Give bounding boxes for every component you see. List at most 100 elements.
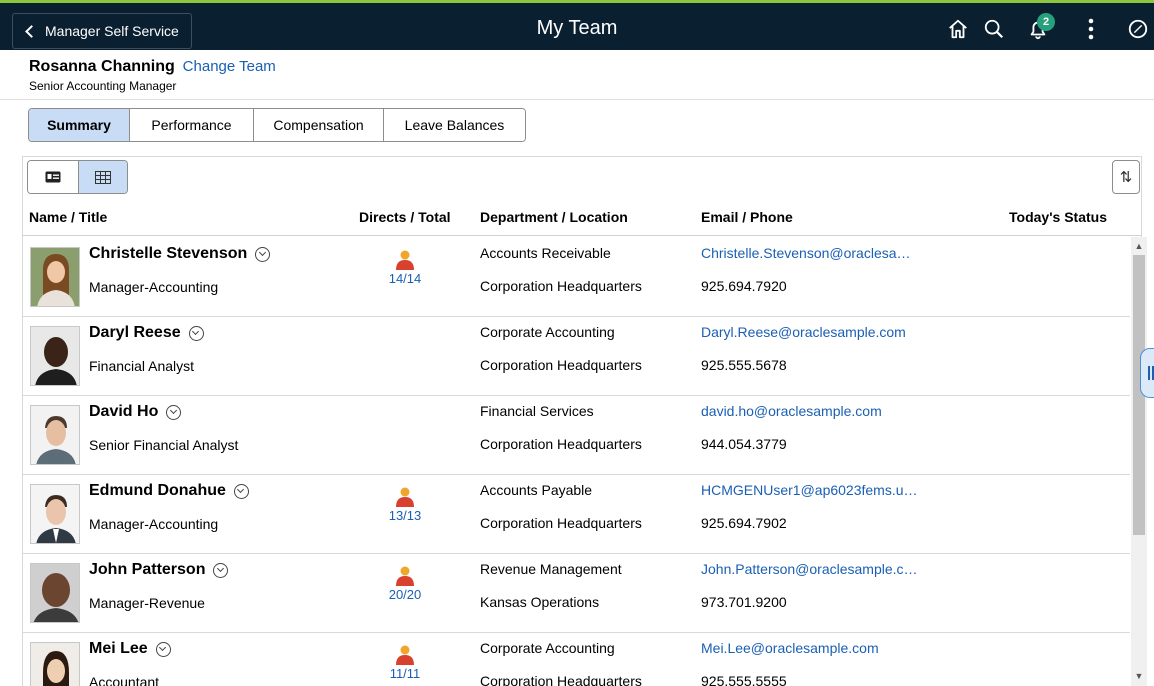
directs-count[interactable]: 11/11: [375, 666, 435, 681]
actions-chevron-icon[interactable]: [255, 246, 271, 262]
side-panel-handle[interactable]: [1140, 348, 1154, 398]
tab-compensation[interactable]: Compensation: [254, 109, 384, 141]
location: Kansas Operations: [480, 594, 600, 610]
employee-name-label: Daryl Reese: [89, 324, 181, 341]
notification-badge: 2: [1037, 13, 1055, 31]
header-divider: [22, 235, 1142, 236]
location: Corporation Headquarters: [480, 278, 642, 294]
actions-chevron-icon[interactable]: [233, 483, 249, 499]
actions-chevron-icon[interactable]: [166, 404, 182, 420]
actions-chevron-icon[interactable]: [155, 641, 171, 657]
employee-name[interactable]: Edmund Donahue: [89, 482, 249, 500]
view-toggle: [27, 160, 128, 194]
table-row[interactable]: David Ho Senior Financial Analyst Financ…: [23, 395, 1130, 475]
directs-total[interactable]: 14/14: [375, 249, 435, 286]
directs-count[interactable]: 13/13: [375, 508, 435, 523]
table-row[interactable]: Mei Lee Accountant 11/11 Corporate Accou…: [23, 632, 1130, 686]
app-header: Manager Self Service My Team 2: [0, 3, 1154, 50]
table-row[interactable]: Daryl Reese Financial Analyst Corporate …: [23, 316, 1130, 396]
directs-count[interactable]: 20/20: [375, 587, 435, 602]
directs-count[interactable]: 14/14: [375, 271, 435, 286]
card-view-icon: [45, 171, 61, 183]
employee-title: Manager-Accounting: [89, 516, 219, 532]
bell-icon[interactable]: 2: [1024, 13, 1055, 43]
actions-chevron-icon[interactable]: [188, 325, 204, 341]
email-link[interactable]: Daryl.Reese@oraclesample.com: [701, 324, 906, 340]
navbar-icon[interactable]: [1124, 15, 1152, 43]
tab-performance[interactable]: Performance: [130, 109, 254, 141]
employee-title: Accountant: [89, 674, 160, 686]
employee-title: Manager-Accounting: [89, 279, 219, 295]
email-link[interactable]: John.Patterson@oraclesample.c…: [701, 561, 918, 577]
grid-view-icon: [94, 170, 111, 184]
more-icon[interactable]: [1077, 15, 1105, 43]
column-header-department[interactable]: Department / Location: [480, 209, 628, 225]
department: Revenue Management: [480, 561, 622, 577]
employee-name-label: Mei Lee: [89, 640, 148, 657]
avatar[interactable]: [30, 642, 80, 686]
avatar[interactable]: [30, 405, 80, 465]
phone: 925.694.7902: [701, 515, 787, 531]
tab-summary[interactable]: Summary: [29, 109, 130, 141]
phone: 973.701.9200: [701, 594, 787, 610]
avatar[interactable]: [30, 247, 80, 307]
email-link[interactable]: Christelle.Stevenson@oraclesa…: [701, 245, 911, 261]
column-header-name[interactable]: Name / Title: [29, 209, 107, 225]
scrollbar[interactable]: ▲ ▼: [1131, 237, 1147, 686]
table-row[interactable]: Christelle Stevenson Manager-Accounting …: [23, 237, 1130, 317]
employee-name[interactable]: Daryl Reese: [89, 324, 204, 342]
sort-icon: ⇅: [1119, 169, 1133, 186]
employee-name[interactable]: Mei Lee: [89, 640, 171, 658]
employee-name[interactable]: John Patterson: [89, 561, 229, 579]
email-link[interactable]: david.ho@oraclesample.com: [701, 403, 882, 419]
table-row[interactable]: John Patterson Manager-Revenue 20/20 Rev…: [23, 553, 1130, 633]
employee-name-label: John Patterson: [89, 561, 206, 578]
employee-title: Financial Analyst: [89, 358, 195, 374]
location: Corporation Headquarters: [480, 673, 642, 686]
directs-total[interactable]: 20/20: [375, 565, 435, 602]
column-header-directs[interactable]: Directs / Total: [359, 209, 451, 225]
employee-name[interactable]: David Ho: [89, 403, 182, 421]
department: Accounts Payable: [480, 482, 593, 498]
employee-name-label: David Ho: [89, 403, 159, 420]
location: Corporation Headquarters: [480, 357, 642, 373]
card-view-button[interactable]: [28, 161, 78, 193]
grid-view-button[interactable]: [77, 161, 127, 193]
scroll-down-arrow-icon[interactable]: ▼: [1131, 669, 1147, 683]
avatar[interactable]: [30, 484, 80, 544]
direct-reports-icon: [396, 487, 414, 507]
employee-name-label: Christelle Stevenson: [89, 245, 248, 262]
phone: 925.555.5555: [701, 673, 787, 686]
column-header-email[interactable]: Email / Phone: [701, 209, 793, 225]
scroll-up-arrow-icon[interactable]: ▲: [1131, 239, 1147, 253]
employee-title: Manager-Revenue: [89, 595, 205, 611]
team-owner: Rosanna Channing Change Team Senior Acco…: [29, 58, 276, 93]
phone: 925.555.5678: [701, 357, 787, 373]
search-icon[interactable]: [980, 15, 1008, 43]
employee-name[interactable]: Christelle Stevenson: [89, 245, 271, 263]
actions-chevron-icon[interactable]: [213, 562, 229, 578]
employee-name-label: Edmund Donahue: [89, 482, 226, 499]
column-header-status[interactable]: Today's Status: [1009, 209, 1107, 225]
email-link[interactable]: Mei.Lee@oraclesample.com: [701, 640, 879, 656]
owner-name: Rosanna Channing: [29, 58, 175, 75]
department: Accounts Receivable: [480, 245, 611, 261]
table-row[interactable]: Edmund Donahue Manager-Accounting 13/13 …: [23, 474, 1130, 554]
change-team-link[interactable]: Change Team: [183, 58, 276, 75]
divider: [0, 99, 1154, 100]
email-link[interactable]: HCMGENUser1@ap6023fems.u…: [701, 482, 918, 498]
directs-total[interactable]: 13/13: [375, 486, 435, 523]
location: Corporation Headquarters: [480, 515, 642, 531]
department: Financial Services: [480, 403, 594, 419]
owner-title: Senior Accounting Manager: [29, 79, 177, 93]
directs-total[interactable]: 11/11: [375, 644, 435, 681]
home-icon[interactable]: [944, 15, 972, 43]
employee-title: Senior Financial Analyst: [89, 437, 239, 453]
avatar[interactable]: [30, 563, 80, 623]
sort-button[interactable]: ⇅: [1112, 160, 1140, 194]
avatar[interactable]: [30, 326, 80, 386]
tab-bar: Summary Performance Compensation Leave B…: [28, 108, 526, 142]
department: Corporate Accounting: [480, 640, 615, 656]
tab-leave-balances[interactable]: Leave Balances: [384, 109, 525, 141]
phone: 925.694.7920: [701, 278, 787, 294]
